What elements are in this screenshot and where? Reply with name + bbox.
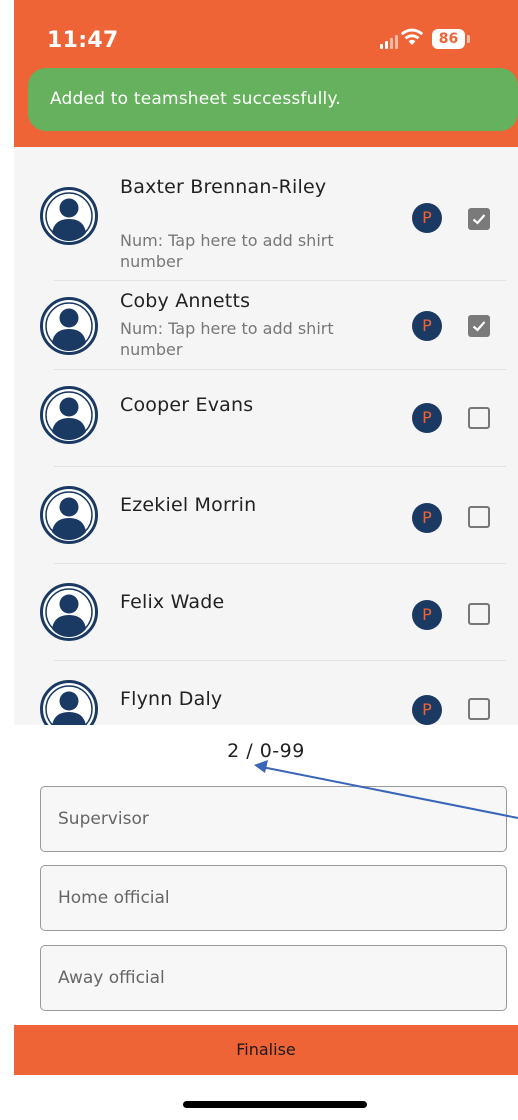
player-name: Felix Wade <box>120 591 225 613</box>
select-checkbox[interactable] <box>468 407 490 429</box>
checkmark-icon <box>472 321 486 332</box>
player-row[interactable]: Baxter Brennan-Riley Num: Tap here to ad… <box>14 147 518 281</box>
select-checkbox[interactable] <box>468 208 490 230</box>
status-time: 11:47 <box>47 28 119 53</box>
supervisor-field[interactable] <box>40 786 507 852</box>
battery-icon: 86 <box>432 29 465 49</box>
select-checkbox[interactable] <box>468 315 490 337</box>
success-toast: Added to teamsheet successfully. <box>28 68 518 131</box>
home-official-field[interactable] <box>40 865 507 931</box>
away-official-input[interactable] <box>41 946 506 1010</box>
shirt-number-hint[interactable]: Num: Tap here to add shirt number <box>120 318 340 360</box>
avatar-icon <box>40 486 98 544</box>
finalise-button[interactable]: Finalise <box>14 1025 518 1075</box>
supervisor-input[interactable] <box>41 787 506 851</box>
bottom-safe-area <box>14 1075 518 1120</box>
player-role-badge: P <box>412 695 442 725</box>
player-role-badge: P <box>412 311 442 341</box>
avatar-icon <box>40 386 98 444</box>
player-name: Ezekiel Morrin <box>120 494 257 516</box>
select-checkbox[interactable] <box>468 603 490 625</box>
player-name: Flynn Daly <box>120 688 223 710</box>
wifi-icon <box>400 28 424 45</box>
toast-message: Added to teamsheet successfully. <box>50 89 341 109</box>
player-role-badge: P <box>412 503 442 533</box>
player-list[interactable]: Baxter Brennan-Riley Num: Tap here to ad… <box>14 147 518 725</box>
player-role-badge: P <box>412 600 442 630</box>
player-name: Cooper Evans <box>120 394 254 416</box>
avatar-icon <box>40 187 98 245</box>
home-official-input[interactable] <box>41 866 506 930</box>
away-official-field[interactable] <box>40 945 507 1011</box>
select-checkbox[interactable] <box>468 698 490 720</box>
select-checkbox[interactable] <box>468 506 490 528</box>
player-name: Coby Annetts <box>120 290 251 312</box>
checkmark-icon <box>472 214 486 225</box>
player-role-badge: P <box>412 203 442 233</box>
avatar-icon <box>40 297 98 355</box>
selection-counter: 2 / 0-99 <box>227 740 305 762</box>
player-row[interactable]: Flynn Daly P <box>14 661 518 725</box>
player-row[interactable]: Cooper Evans P <box>14 370 518 467</box>
player-name: Baxter Brennan-Riley <box>120 176 327 198</box>
player-row[interactable]: Ezekiel Morrin P <box>14 467 518 564</box>
player-row[interactable]: Felix Wade P <box>14 564 518 661</box>
signal-icon <box>380 35 398 49</box>
battery-nub <box>467 35 470 43</box>
player-role-badge: P <box>412 403 442 433</box>
shirt-number-hint[interactable]: Num: Tap here to add shirt number <box>120 230 340 272</box>
avatar-icon <box>40 680 98 725</box>
player-row[interactable]: Coby Annetts Num: Tap here to add shirt … <box>14 281 518 370</box>
home-indicator[interactable] <box>183 1101 367 1108</box>
avatar-icon <box>40 583 98 641</box>
